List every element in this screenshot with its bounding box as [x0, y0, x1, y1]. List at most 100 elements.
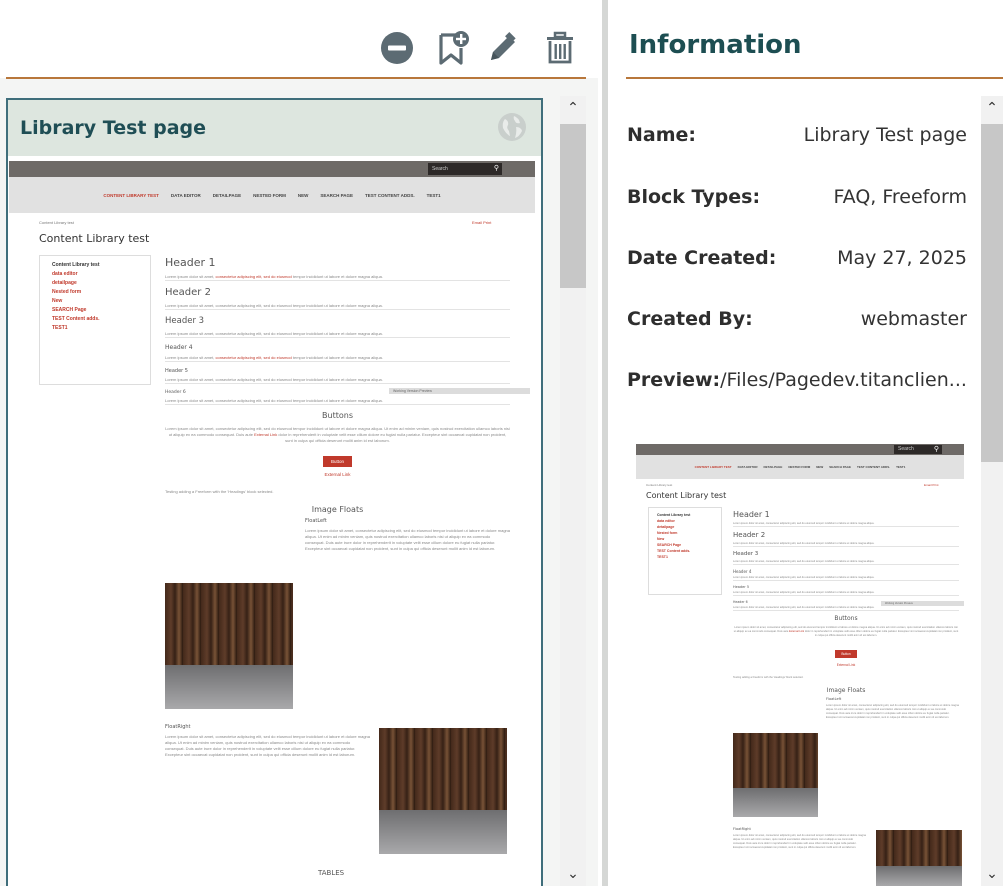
site-page-title: Content Library test: [646, 491, 727, 500]
lorem-link: External Link: [789, 630, 805, 633]
created-by-row: Created By: webmaster: [627, 308, 967, 330]
working-version-tag: Working Version Preview: [389, 388, 530, 394]
preview-path[interactable]: /Files/Pagedev.titanclien...: [720, 369, 967, 391]
site-utility-links: Email Print: [472, 220, 492, 225]
site-sidebar-item: New: [52, 298, 63, 304]
site-header-2: Header 2: [165, 287, 211, 298]
site-photo-right: [379, 728, 507, 854]
scroll-up-icon[interactable]: ⌃: [981, 98, 1003, 118]
site-photo-left: [165, 583, 293, 709]
site-nav-item: NEW: [816, 465, 824, 469]
site-sidebar-item: TEST Content adds.: [52, 316, 100, 322]
site-nav-item: SEARCH PAGE: [320, 192, 354, 198]
site-header-4: Header 4: [165, 344, 193, 351]
block-types-row: Block Types: FAQ, Freeform: [627, 186, 967, 208]
site-search-box: Search ⚲: [428, 163, 502, 175]
minus-circle-icon[interactable]: [377, 28, 417, 68]
site-float-text: Lorem ipsum dolor sit amet, consectetur …: [165, 734, 370, 757]
site-search-placeholder: Search: [432, 166, 448, 172]
site-header-5: Header 5: [165, 368, 188, 374]
site-nav-item: TEST CONTENT ADDS.: [857, 465, 891, 469]
site-nav-item: NEW: [297, 192, 309, 198]
lorem-text: Lorem ipsum dolor sit amet,: [165, 274, 215, 279]
scroll-down-icon[interactable]: ⌄: [981, 864, 1003, 884]
site-sidebar-item: TEST1: [52, 325, 68, 331]
information-title: Information: [629, 30, 802, 60]
site-float-right-label: FloatRight: [165, 724, 191, 730]
page-preview: Search ⚲ CONTENT LIBRARY TEST DATA EDITO…: [9, 161, 535, 886]
site-nav-item: TEST CONTENT ADDS.: [365, 192, 415, 198]
site-topbar: Search ⚲: [9, 161, 535, 177]
site-buttons-text: Lorem ipsum dolor sit amet, consectetur …: [165, 426, 510, 444]
site-paragraph: Lorem ipsum dolor sit amet, consectetur …: [165, 377, 510, 384]
site-header-2: Header 2: [733, 531, 766, 539]
scroll-down-icon[interactable]: ⌄: [560, 864, 586, 884]
lorem-link: consectetur adipiscing elit, sed do eius…: [215, 274, 292, 279]
left-scrollbar[interactable]: ⌃ ⌄: [560, 96, 586, 886]
site-float-right-label: FloatRight: [733, 827, 751, 831]
created-by-label: Created By:: [627, 308, 753, 330]
site-header-1: Header 1: [165, 256, 216, 269]
site-paragraph: Lorem ipsum dolor sit amet, consectetur …: [165, 274, 510, 281]
site-freeform-note: Testing adding a Freeform with the 'Head…: [165, 489, 274, 494]
information-pane: Information Name: Library Test page Bloc…: [608, 0, 1003, 886]
right-scroll-thumb[interactable]: [981, 124, 1003, 462]
site-paragraph: Lorem ipsum dolor sit amet, consectetur …: [733, 591, 959, 596]
site-external-link: External Link: [324, 472, 351, 477]
site-nav-item: DATA EDITOR: [170, 192, 201, 198]
site-search-placeholder: Search: [898, 446, 914, 452]
preview-thumbnail: Search ⚲ CONTENT LIBRARY TEST DATA EDITO…: [636, 444, 964, 886]
library-item-card[interactable]: Library Test page Search ⚲ CONTENT LIBRA…: [6, 98, 543, 886]
name-label: Name:: [627, 124, 697, 146]
site-image-floats-heading: Image Floats: [826, 687, 866, 694]
bookmark-add-icon[interactable]: [433, 28, 473, 68]
site-nav-item: DETAILPAGE: [212, 192, 242, 198]
lorem-text: dolor in reprehenderit in voluptate veli…: [278, 432, 507, 443]
site-header-1: Header 1: [733, 510, 770, 519]
site-header-4: Header 4: [733, 569, 752, 574]
scroll-up-icon[interactable]: ⌃: [560, 98, 586, 118]
information-divider: [626, 77, 1003, 79]
name-value: Library Test page: [803, 124, 967, 146]
site-nav-item: DATA EDITOR: [737, 465, 758, 469]
site-header-3: Header 3: [733, 551, 759, 557]
site-float-right-block: FloatRight Lorem ipsum dolor sit amet, c…: [165, 724, 370, 758]
site-search-icon: ⚲: [493, 165, 499, 172]
block-types-value: FAQ, Freeform: [833, 186, 967, 208]
site-sidebar-item: Nested form: [52, 289, 82, 295]
lorem-text: tempor incididunt ut labore et dolore ma…: [292, 355, 383, 360]
site-sidebar-item: Content Library test: [52, 262, 100, 268]
lorem-text: tempor incididunt ut labore et dolore ma…: [292, 274, 383, 279]
site-breadcrumb: Content Library test: [39, 220, 74, 225]
site-nav: CONTENT LIBRARY TEST DATA EDITOR DETAILP…: [636, 455, 964, 479]
preview-label: Preview:: [627, 369, 721, 391]
site-nav-item: SEARCH PAGE: [829, 465, 851, 469]
lorem-text: Lorem ipsum dolor sit amet,: [165, 355, 215, 360]
site-content: Header 1 Lorem ipsum dolor sit amet, con…: [733, 510, 959, 720]
site-image-floats-heading: Image Floats: [311, 505, 364, 514]
date-created-label: Date Created:: [627, 247, 777, 269]
site-freeform-note: Testing adding a Freeform with the 'Head…: [733, 676, 804, 679]
library-list-pane: Library Test page Search ⚲ CONTENT LIBRA…: [0, 0, 598, 886]
site-float-left-label: FloatLeft: [826, 697, 842, 701]
card-title: Library Test page: [20, 117, 207, 139]
left-scroll-thumb[interactable]: [560, 124, 586, 288]
lorem-text: dolor in reprehenderit in voluptate veli…: [804, 630, 959, 637]
globe-icon: [498, 113, 526, 141]
created-by-value: webmaster: [860, 308, 967, 330]
pencil-icon[interactable]: [483, 28, 523, 68]
site-sidebar: Content Library test data editor detailp…: [648, 507, 722, 595]
site-photo-right: [876, 830, 962, 886]
right-scrollbar[interactable]: ⌃ ⌄: [981, 96, 1003, 886]
site-paragraph: Lorem ipsum dolor sit amet, consectetur …: [165, 398, 510, 405]
site-buttons-text: Lorem ipsum dolor sit amet, consectetur …: [733, 626, 959, 638]
preview-row: Preview:/Files/Pagedev.titanclien...: [627, 369, 972, 391]
name-row: Name: Library Test page: [627, 124, 967, 146]
site-button: Button: [835, 650, 857, 658]
lorem-link: External Link: [254, 432, 278, 437]
site-nav-item: TEST1: [426, 192, 441, 198]
site-sidebar-item: TEST1: [657, 555, 668, 559]
site-page-title: Content Library test: [39, 232, 150, 245]
site-content: Header 1 Lorem ipsum dolor sit amet, con…: [165, 256, 510, 552]
trash-icon[interactable]: [540, 28, 580, 68]
